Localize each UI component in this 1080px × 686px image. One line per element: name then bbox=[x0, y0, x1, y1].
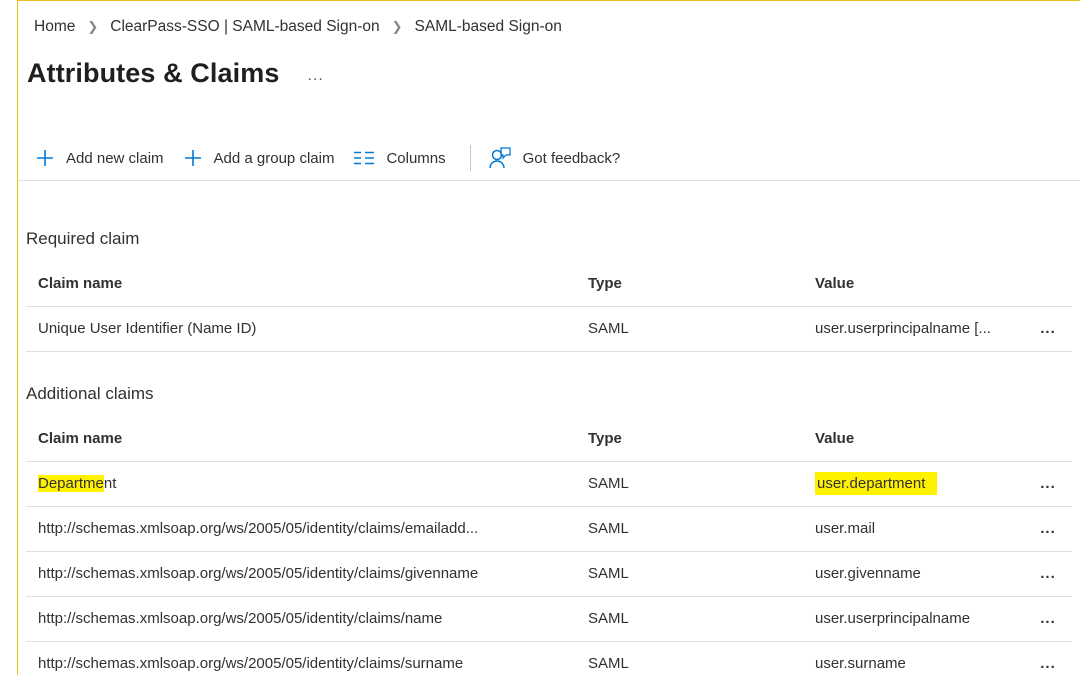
claim-name: Unique User Identifier (Name ID) bbox=[38, 320, 257, 337]
chevron-right-icon: ❯ bbox=[87, 19, 99, 34]
table-header-row: Claim name Type Value bbox=[26, 262, 1072, 307]
feedback-button[interactable]: Got feedback? bbox=[488, 147, 621, 169]
add-new-claim-label: Add new claim bbox=[66, 149, 164, 167]
page-title: Attributes & Claims bbox=[27, 58, 280, 88]
breadcrumb: Home ❯ ClearPass-SSO | SAML-based Sign-o… bbox=[34, 18, 562, 36]
toolbar-divider bbox=[469, 145, 471, 171]
claim-name: http://schemas.xmlsoap.org/ws/2005/05/id… bbox=[38, 610, 443, 627]
column-header-type[interactable]: Type bbox=[588, 417, 788, 461]
claim-type: SAML bbox=[588, 520, 629, 537]
claim-name-rest: nt bbox=[103, 475, 117, 492]
table-row[interactable]: Department SAML user.department ... bbox=[26, 462, 1072, 507]
highlight-mark: Departme bbox=[38, 475, 104, 492]
claim-name: http://schemas.xmlsoap.org/ws/2005/05/id… bbox=[38, 520, 479, 537]
row-more-icon[interactable]: ... bbox=[1030, 307, 1066, 351]
plus-icon bbox=[184, 149, 202, 167]
claim-value: user.department bbox=[815, 462, 1030, 506]
breadcrumb-app[interactable]: ClearPass-SSO | SAML-based Sign-on bbox=[110, 18, 379, 36]
row-more-icon[interactable]: ... bbox=[1030, 507, 1066, 551]
feedback-person-icon bbox=[488, 147, 511, 169]
claim-name: http://schemas.xmlsoap.org/ws/2005/05/id… bbox=[38, 565, 479, 582]
add-new-claim-button[interactable]: Add new claim bbox=[36, 149, 164, 167]
columns-icon bbox=[354, 151, 375, 165]
column-header-type[interactable]: Type bbox=[588, 262, 788, 306]
command-bar: Add new claim Add a group claim Columns … bbox=[36, 143, 640, 173]
chevron-right-icon: ❯ bbox=[391, 19, 403, 34]
columns-button[interactable]: Columns bbox=[354, 149, 446, 167]
row-more-icon[interactable]: ... bbox=[1030, 462, 1066, 506]
more-options-icon[interactable]: ... bbox=[307, 67, 323, 85]
column-header-claim-name[interactable]: Claim name bbox=[38, 417, 583, 461]
claim-value: user.userprincipalname [... bbox=[815, 320, 991, 337]
breadcrumb-current[interactable]: SAML-based Sign-on bbox=[415, 18, 562, 36]
claim-name: http://schemas.xmlsoap.org/ws/2005/05/id… bbox=[38, 655, 464, 672]
column-header-value[interactable]: Value bbox=[815, 262, 1030, 306]
claim-type: SAML bbox=[588, 475, 629, 492]
add-group-claim-label: Add a group claim bbox=[213, 149, 335, 167]
breadcrumb-home[interactable]: Home bbox=[34, 18, 75, 36]
table-header-row: Claim name Type Value bbox=[26, 417, 1072, 462]
feedback-label: Got feedback? bbox=[522, 149, 621, 167]
claim-value: user.surname bbox=[815, 655, 906, 672]
toolbar-divider-line bbox=[18, 180, 1080, 181]
required-claims-table: Claim name Type Value Unique User Identi… bbox=[26, 262, 1072, 352]
claim-value: user.mail bbox=[815, 520, 876, 537]
row-more-icon[interactable]: ... bbox=[1030, 597, 1066, 641]
claim-value: user.givenname bbox=[815, 565, 921, 582]
additional-claims-heading: Additional claims bbox=[26, 384, 154, 403]
claim-name: Department bbox=[38, 462, 583, 506]
claim-type: SAML bbox=[588, 655, 629, 672]
table-row[interactable]: http://schemas.xmlsoap.org/ws/2005/05/id… bbox=[26, 507, 1072, 552]
claim-type: SAML bbox=[588, 610, 629, 627]
columns-label: Columns bbox=[386, 149, 446, 167]
add-group-claim-button[interactable]: Add a group claim bbox=[184, 149, 335, 167]
plus-icon bbox=[36, 149, 54, 167]
table-row[interactable]: Unique User Identifier (Name ID) SAML us… bbox=[26, 307, 1072, 352]
table-row[interactable]: http://schemas.xmlsoap.org/ws/2005/05/id… bbox=[26, 597, 1072, 642]
row-more-icon[interactable]: ... bbox=[1030, 642, 1066, 686]
table-row[interactable]: http://schemas.xmlsoap.org/ws/2005/05/id… bbox=[26, 642, 1072, 686]
claim-type: SAML bbox=[588, 320, 629, 337]
additional-claims-table: Claim name Type Value Department SAML us… bbox=[26, 417, 1072, 686]
column-header-value[interactable]: Value bbox=[815, 417, 1030, 461]
highlight-mark: user.department bbox=[815, 472, 938, 495]
claim-type: SAML bbox=[588, 565, 629, 582]
column-header-claim-name[interactable]: Claim name bbox=[38, 262, 583, 306]
table-row[interactable]: http://schemas.xmlsoap.org/ws/2005/05/id… bbox=[26, 552, 1072, 597]
row-more-icon[interactable]: ... bbox=[1030, 552, 1066, 596]
title-row: Attributes & Claims ... bbox=[27, 58, 324, 89]
claim-value: user.userprincipalname bbox=[815, 610, 971, 627]
required-claim-heading: Required claim bbox=[26, 229, 140, 248]
